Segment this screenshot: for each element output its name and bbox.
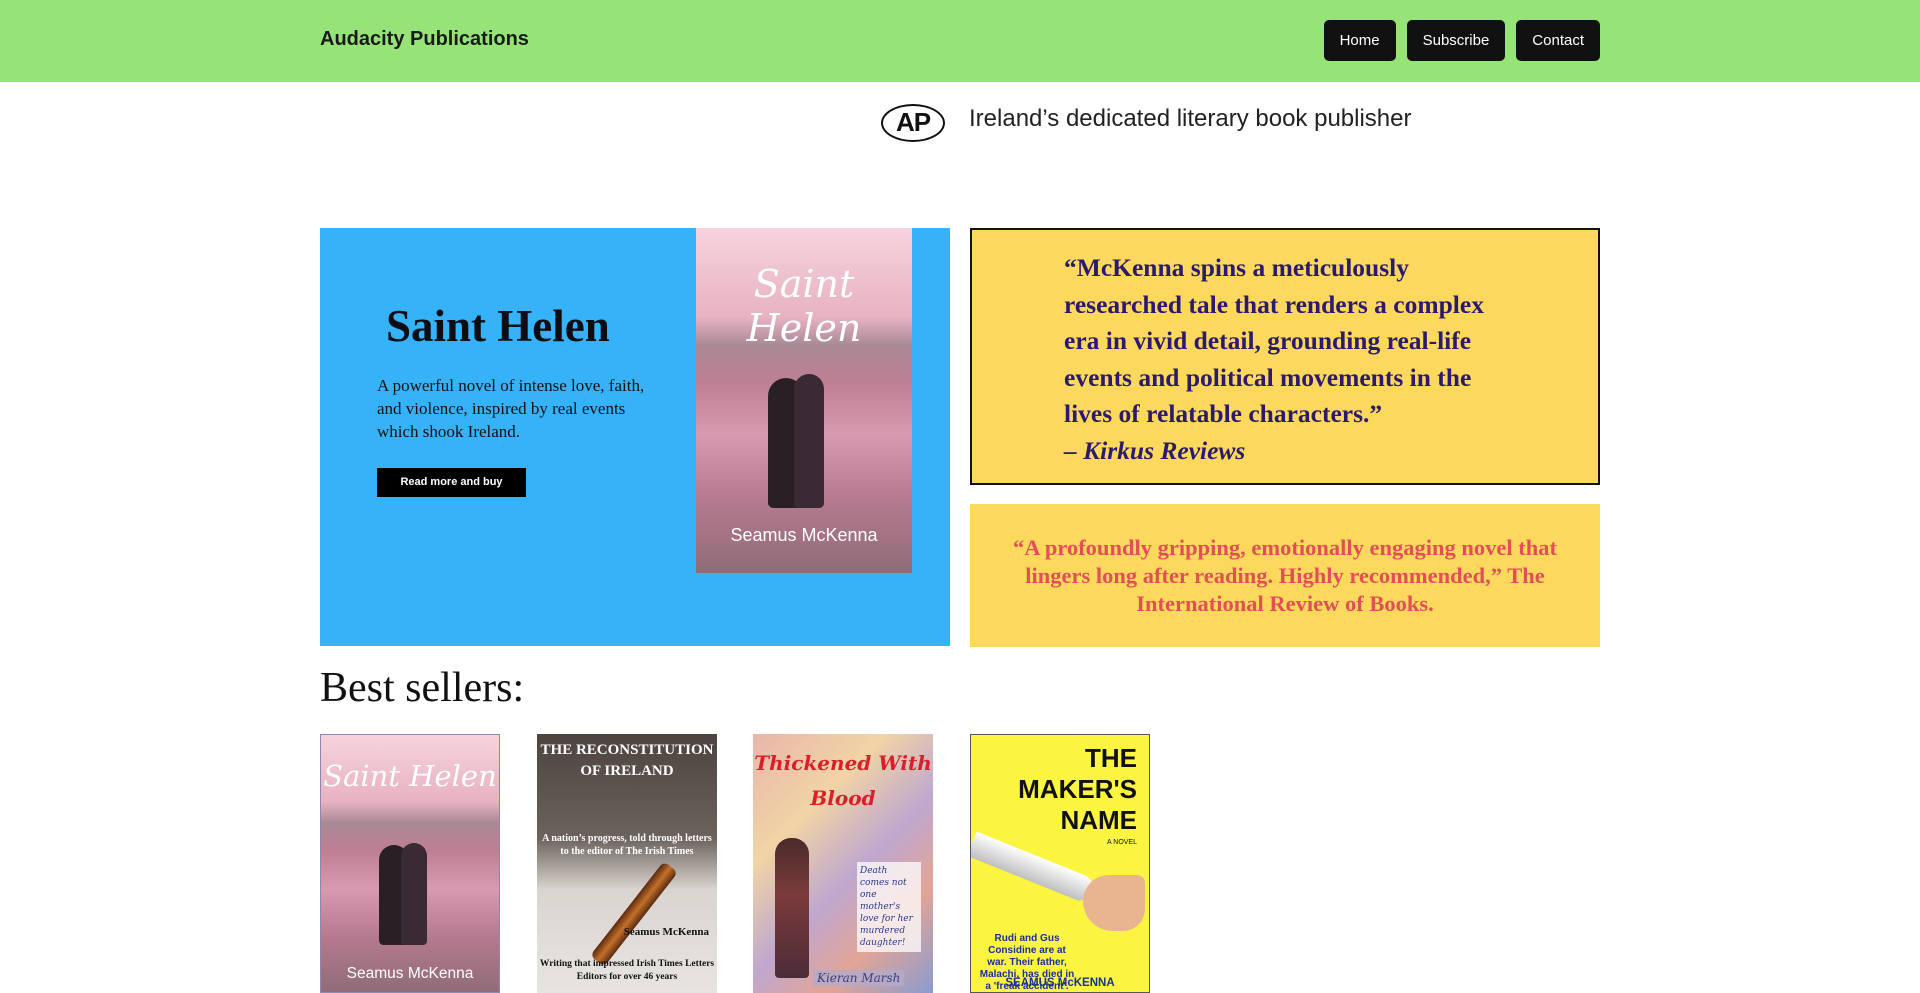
site-title[interactable]: Audacity Publications [320, 28, 529, 51]
featured-book-cover[interactable]: Saint Helen Seamus McKenna [696, 228, 912, 573]
cover-author: SEAMUS McKENNA [1005, 977, 1115, 989]
review-quote-international: “A profoundly gripping, emotionally enga… [970, 504, 1600, 647]
ap-logo: AP [881, 104, 945, 142]
review-quote-kirkus: “McKenna spins a meticulously researched… [970, 228, 1600, 485]
review-quote-text: “A profoundly gripping, emotionally enga… [1012, 535, 1558, 616]
cover-title: Saint Helen [323, 759, 497, 793]
hand-image [1083, 875, 1145, 931]
cover-quote: Death comes not one mother's love for he… [857, 862, 921, 952]
read-more-button[interactable]: Read more and buy [377, 468, 526, 497]
cover-title: Thickened With Blood [754, 751, 932, 810]
home-button[interactable]: Home [1323, 20, 1396, 61]
contact-button[interactable]: Contact [1516, 20, 1600, 61]
cover-author: Kieran Marsh [813, 970, 905, 986]
featured-description: A powerful novel of intense love, faith,… [377, 376, 645, 441]
book-cover-saint-helen[interactable]: Saint Helen Seamus McKenna [320, 734, 500, 993]
best-sellers-heading: Best sellers: [320, 665, 525, 711]
book-cover-the-makers-name[interactable]: THE MAKER'S NAME A NOVEL Rudi and Gus Co… [970, 734, 1150, 993]
cover-title: THE RECONSTITUTION OF IRELAND [540, 742, 714, 779]
cover-author: Seamus McKenna [730, 525, 878, 545]
book-cover-thickened-with-blood[interactable]: Thickened With Blood Death comes not one… [753, 734, 933, 993]
cover-title: THE MAKER'S NAME [1018, 743, 1137, 835]
cover-subtitle: A nation’s progress, told through letter… [542, 833, 712, 857]
review-source: – Kirkus Reviews [1064, 435, 1246, 465]
main-nav: Home Subscribe Contact [1323, 20, 1600, 61]
book-cover-reconstitution-of-ireland[interactable]: THE RECONSTITUTION OF IRELAND A nation’s… [537, 734, 717, 993]
featured-title: Saint Helen [386, 301, 610, 351]
woman-figure [775, 838, 809, 978]
cover-title: Saint Helen [746, 262, 862, 350]
site-header: Audacity Publications Home Subscribe Con… [0, 0, 1920, 82]
tagline: Ireland’s dedicated literary book publis… [969, 105, 1412, 132]
cover-footer: Writing that impressed Irish Times Lette… [539, 959, 715, 982]
subscribe-button[interactable]: Subscribe [1406, 20, 1506, 61]
cover-author: Seamus McKenna [623, 926, 709, 938]
fountain-pen-image [589, 861, 679, 967]
couple-figure [401, 843, 427, 945]
cover-author: Seamus McKenna [346, 965, 474, 982]
cover-label: A NOVEL [1107, 839, 1137, 846]
review-quote-text: “McKenna spins a meticulously researched… [1064, 253, 1484, 465]
knife-image [971, 831, 1098, 905]
couple-figure [794, 374, 824, 508]
featured-book-banner: Saint Helen A powerful novel of intense … [320, 228, 950, 646]
